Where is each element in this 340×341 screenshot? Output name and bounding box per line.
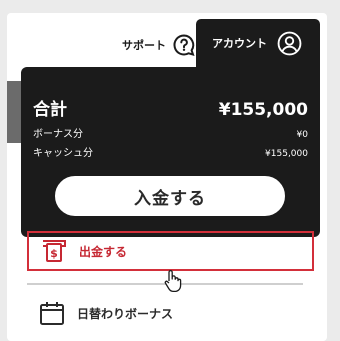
account-label: アカウント [212,37,267,50]
account-dropdown: 合計 ¥155,000 ボーナス分 ¥0 キャッシュ分 ¥155,000 入金す… [21,67,320,237]
header: サポート アカウント [7,13,327,67]
total-label: 合計 [33,100,67,120]
bonus-label: ボーナス分 [33,129,83,140]
menu-panel: サポート アカウント 合計 ¥155,000 ボーナス分 ¥0 キャッシュ分 ¥… [7,13,327,341]
daily-bonus-label: 日替わりボーナス [77,306,174,321]
cash-label: キャッシュ分 [33,148,93,159]
withdraw-menu-item[interactable]: $ 出金する [27,231,314,271]
background-sidebar [7,81,21,143]
deposit-button[interactable]: 入金する [53,174,287,218]
svg-text:$: $ [50,247,58,260]
hand-pointer-icon [164,269,182,293]
support-link[interactable]: サポート [122,32,196,58]
withdraw-label: 出金する [79,244,128,259]
cash-value: ¥155,000 [265,149,308,159]
calendar-icon [39,300,65,326]
account-tab[interactable]: アカウント [196,19,320,67]
bonus-value: ¥0 [296,130,308,140]
total-value: ¥155,000 [218,100,308,120]
support-label: サポート [122,39,166,52]
help-bubble-icon [172,33,196,57]
balance-summary: 合計 ¥155,000 ボーナス分 ¥0 キャッシュ分 ¥155,000 [33,95,308,159]
daily-bonus-menu-item[interactable]: 日替わりボーナス [27,293,314,333]
atm-withdraw-icon: $ [41,239,67,263]
user-circle-icon [277,31,302,56]
